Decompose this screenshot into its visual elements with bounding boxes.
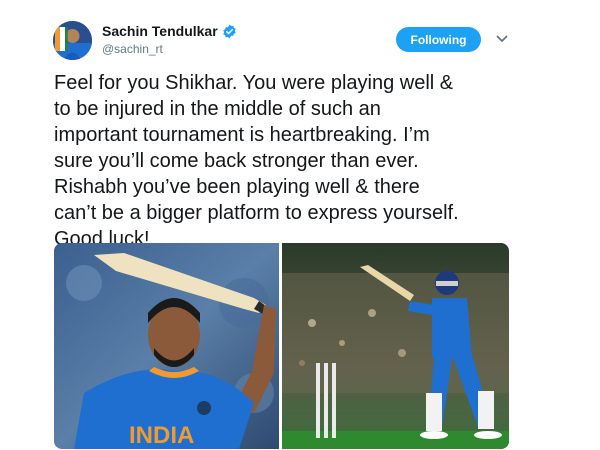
verified-badge-icon	[222, 24, 237, 39]
tweet-text: Feel for you Shikhar. You were playing w…	[54, 72, 459, 250]
chevron-down-icon[interactable]	[496, 34, 508, 44]
tweet-card: Sachin Tendulkar @sachin_rt Following Fe…	[0, 0, 600, 450]
author-name-row: Sachin Tendulkar	[102, 23, 237, 39]
avatar[interactable]	[53, 21, 92, 60]
author-handle[interactable]: @sachin_rt	[102, 42, 163, 56]
author-display-name[interactable]: Sachin Tendulkar	[102, 23, 218, 39]
following-button[interactable]: Following	[396, 27, 481, 52]
tweet-media[interactable]: INDIA	[54, 243, 509, 449]
jersey-india-text: INDIA	[129, 422, 194, 449]
media-photo-shikhar[interactable]: INDIA	[54, 243, 279, 449]
avatar-icon	[53, 21, 92, 60]
media-photo-rishabh[interactable]	[282, 243, 509, 449]
